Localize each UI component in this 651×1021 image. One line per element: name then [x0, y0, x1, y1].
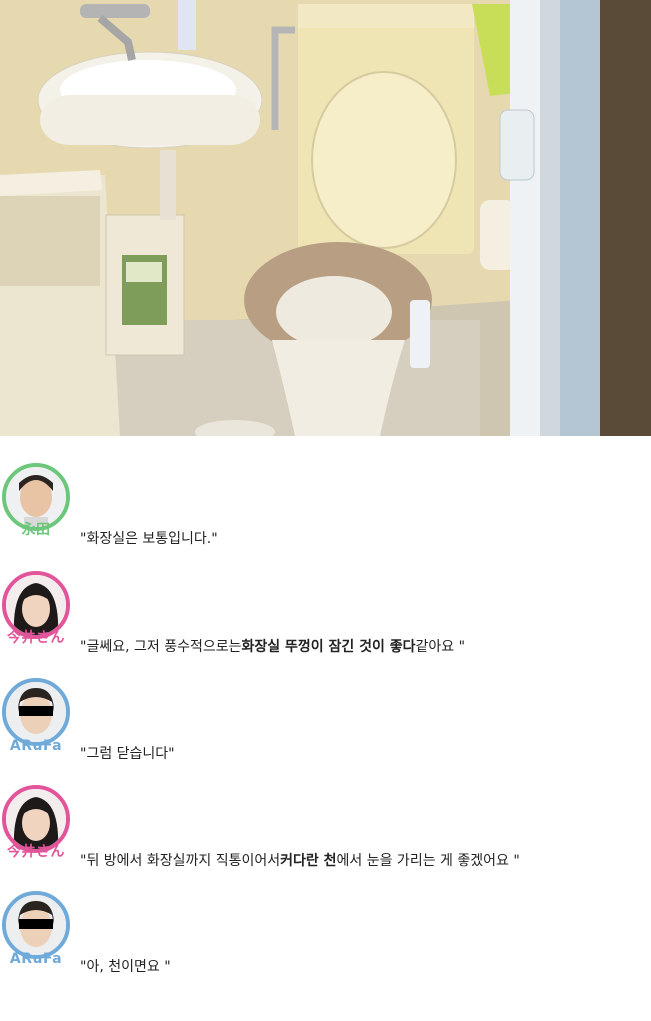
dialogue-row: ARuFa "그럼 닫습니다" — [0, 678, 651, 778]
avatar: ARuFa — [2, 891, 76, 967]
speaker-name: 今井さん — [7, 630, 65, 646]
speaker-name: ARuFa — [9, 738, 63, 754]
speaker-name: 永田 — [21, 522, 51, 538]
dialogue-text: "아, 천이면요 " — [80, 959, 171, 975]
avatar: ARuFa — [2, 678, 76, 754]
bathroom-illustration — [0, 0, 651, 436]
avatar: 今井さん — [2, 785, 76, 861]
dialogue-text: "화장실은 보통입니다." — [80, 531, 218, 547]
dialogue-row: 今井さん "글쎄요, 그저 풍수적으로는화장실 뚜껑이 잠긴 것이 좋다같아요 … — [0, 571, 651, 671]
dialogue-row: 永田 "화장실은 보통입니다." — [0, 463, 651, 563]
avatar-portrait — [2, 891, 70, 959]
speaker-name: ARuFa — [9, 951, 63, 967]
dialogue-row: 今井さん "뒤 방에서 화장실까지 직통이어서커다란 천에서 눈을 가리는 게 … — [0, 785, 651, 885]
speaker-name: 今井さん — [7, 844, 65, 860]
dialogue-row: ARuFa "아, 천이면요 " — [0, 891, 651, 991]
dialogue-text: "그럼 닫습니다" — [80, 746, 175, 762]
dialogue-text: "뒤 방에서 화장실까지 직통이어서커다란 천에서 눈을 가리는 게 좋겠어요 … — [80, 853, 520, 869]
avatar: 今井さん — [2, 571, 76, 647]
avatar: 永田 — [2, 463, 76, 539]
dialogue-text: "글쎄요, 그저 풍수적으로는화장실 뚜껑이 잠긴 것이 좋다같아요 " — [80, 639, 466, 655]
avatar-portrait — [2, 678, 70, 746]
bathroom-photo — [0, 0, 651, 436]
